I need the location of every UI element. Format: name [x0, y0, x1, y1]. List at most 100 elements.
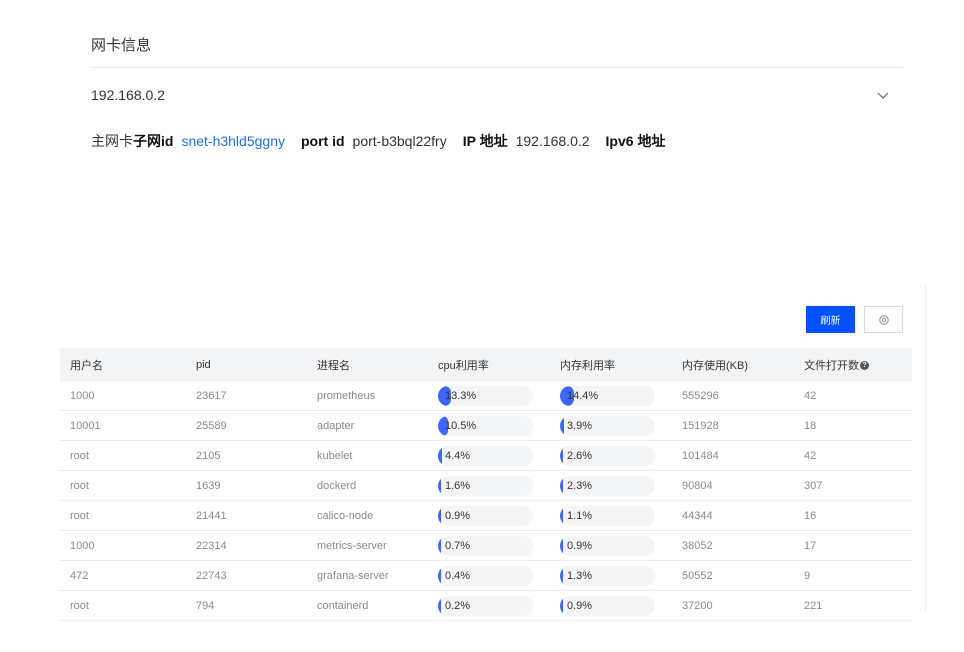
cell-process-name: calico-node — [307, 500, 428, 531]
table-header-row: 用户名 pid 进程名 cpu利用率 内存利用率 内存使用(KB) 文件打开数? — [60, 348, 912, 381]
cpu-usage-text: 0.9% — [445, 509, 471, 522]
memory-usage-text: 1.3% — [567, 569, 593, 582]
cell-pid: 22743 — [186, 560, 307, 591]
cell-cpu: 0.4% — [428, 560, 550, 591]
cpu-usage-text: 10.5% — [445, 419, 477, 432]
cell-open-files: 221 — [794, 590, 912, 621]
cpu-usage-bar: 0.2% — [438, 595, 533, 616]
panel-divider — [925, 285, 926, 611]
memory-usage-bar: 1.1% — [560, 505, 655, 526]
column-header-process-name: 进程名 — [317, 359, 350, 372]
primary-nic-label: 主网卡 — [91, 133, 133, 149]
cpu-usage-bar: 4.4% — [438, 445, 533, 466]
cell-user: 10001 — [60, 410, 186, 441]
port-id-label: port id — [300, 133, 345, 149]
cell-pid: 21441 — [186, 500, 307, 531]
cell-open-files: 16 — [794, 500, 912, 531]
cell-open-files: 9 — [794, 560, 912, 591]
cell-open-files: 18 — [794, 410, 912, 441]
memory-usage-fill — [560, 535, 563, 556]
cpu-usage-fill — [438, 445, 442, 466]
cell-memory: 0.9% — [550, 530, 672, 561]
cell-process-name: dockerd — [307, 470, 428, 501]
cell-open-files: 42 — [794, 381, 912, 411]
table-row: root 2105 kubelet 4.4% 2.6% 101484 42 — [60, 440, 912, 471]
cell-cpu: 0.9% — [428, 500, 550, 531]
cell-memory: 1.3% — [550, 560, 672, 591]
column-header-memory-kb: 内存使用(KB) — [682, 359, 748, 372]
cell-memory: 2.3% — [550, 470, 672, 501]
memory-usage-fill — [560, 565, 563, 586]
cell-memory: 14.4% — [550, 381, 672, 411]
nic-details-row: 主网卡子网id snet-h3hld5ggny port id port-b3bql2… — [91, 131, 673, 151]
cell-pid: 25589 — [186, 410, 307, 441]
question-circle-icon[interactable]: ? — [860, 361, 869, 371]
cpu-usage-text: 0.7% — [445, 539, 471, 552]
cpu-usage-text: 4.4% — [445, 449, 471, 462]
cpu-usage-bar: 0.4% — [438, 565, 533, 586]
cell-memory: 0.9% — [550, 590, 672, 621]
cell-memory-kb: 44344 — [672, 500, 794, 531]
cell-user: 1000 — [60, 530, 186, 561]
cell-user: root — [60, 470, 186, 501]
cpu-usage-text: 0.2% — [445, 599, 471, 612]
memory-usage-text: 2.3% — [567, 479, 593, 492]
cpu-usage-bar: 0.9% — [438, 505, 533, 526]
cell-process-name: grafana-server — [307, 560, 428, 591]
cell-process-name: metrics-server — [307, 530, 428, 561]
cpu-usage-fill — [438, 505, 441, 526]
cell-memory-kb: 38052 — [672, 530, 794, 561]
memory-usage-bar: 14.4% — [560, 385, 655, 406]
memory-usage-text: 0.9% — [567, 539, 593, 552]
cell-cpu: 1.6% — [428, 470, 550, 501]
cell-pid: 1639 — [186, 470, 307, 501]
memory-usage-text: 0.9% — [567, 599, 593, 612]
nic-section-title: 网卡信息 — [91, 37, 152, 54]
ipv6-address-label: Ipv6 地址 — [605, 133, 666, 149]
memory-usage-fill — [560, 595, 563, 616]
column-header-user: 用户名 — [70, 359, 103, 372]
cpu-usage-bar: 0.7% — [438, 535, 533, 556]
cell-process-name: adapter — [307, 410, 428, 441]
memory-usage-bar: 2.6% — [560, 445, 655, 466]
cell-pid: 2105 — [186, 440, 307, 471]
memory-usage-text: 3.9% — [567, 419, 593, 432]
cell-memory-kb: 151928 — [672, 410, 794, 441]
nic-ip-header: 192.168.0.2 — [91, 87, 165, 103]
memory-usage-text: 1.1% — [567, 509, 593, 522]
cell-memory-kb: 555296 — [672, 381, 794, 411]
table-row: 10001 25589 adapter 10.5% 3.9% 151928 18 — [60, 410, 912, 441]
cell-memory-kb: 50552 — [672, 560, 794, 591]
subnet-id-link[interactable]: snet-h3hld5ggny — [181, 133, 285, 149]
refresh-button[interactable]: 刷新 — [806, 306, 855, 333]
cpu-usage-bar: 13.3% — [438, 385, 533, 406]
cpu-usage-text: 13.3% — [445, 389, 477, 402]
cell-process-name: prometheus — [307, 381, 428, 411]
process-table: 用户名 pid 进程名 cpu利用率 内存利用率 内存使用(KB) 文件打开数?… — [60, 348, 912, 621]
cpu-usage-bar: 1.6% — [438, 475, 533, 496]
memory-usage-fill — [560, 415, 564, 436]
cell-user: root — [60, 500, 186, 531]
divider — [91, 67, 903, 68]
subnet-id-label: 子网id — [133, 133, 174, 149]
cell-open-files: 17 — [794, 530, 912, 561]
memory-usage-bar: 2.3% — [560, 475, 655, 496]
column-header-memory: 内存利用率 — [560, 359, 615, 372]
table-row: 1000 22314 metrics-server 0.7% 0.9% 38052 17 — [60, 530, 912, 561]
cell-pid: 23617 — [186, 381, 307, 411]
cell-cpu: 4.4% — [428, 440, 550, 471]
memory-usage-bar: 1.3% — [560, 565, 655, 586]
settings-button[interactable] — [864, 306, 903, 333]
chevron-down-icon[interactable] — [877, 89, 889, 101]
cpu-usage-bar: 10.5% — [438, 415, 533, 436]
column-header-cpu: cpu利用率 — [438, 359, 489, 372]
cpu-usage-fill — [438, 535, 441, 556]
gear-icon — [878, 314, 889, 325]
memory-usage-fill — [560, 505, 563, 526]
cell-memory-kb: 37200 — [672, 590, 794, 621]
memory-usage-fill — [560, 445, 563, 466]
memory-usage-fill — [560, 475, 563, 496]
table-row: 1000 23617 prometheus 13.3% 14.4% 555296 42 — [60, 381, 912, 411]
cell-open-files: 307 — [794, 470, 912, 501]
ip-address-label: IP 地址 — [462, 133, 508, 149]
